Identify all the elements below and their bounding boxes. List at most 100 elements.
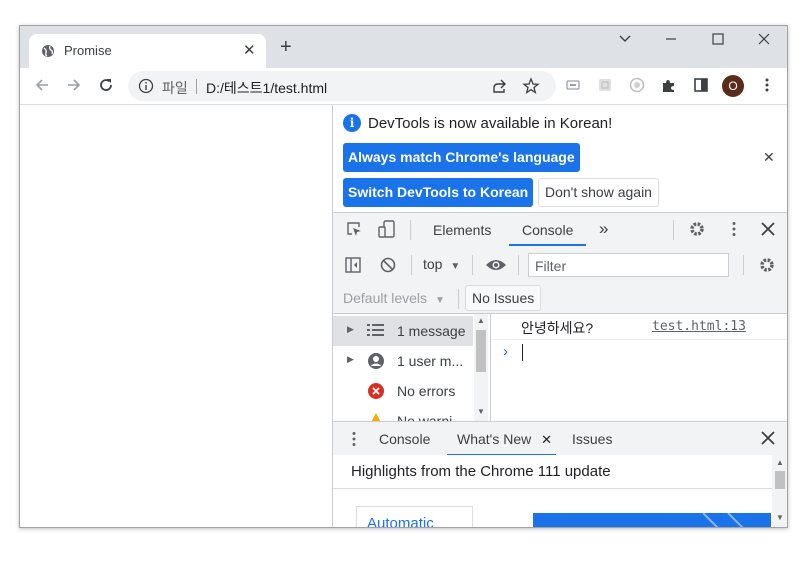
sidebar-item-errors[interactable]: No errors	[333, 376, 473, 406]
close-drawer-icon[interactable]	[759, 429, 777, 452]
expand-arrow-icon[interactable]: ▶	[347, 324, 354, 335]
tab-close-icon[interactable]: ✕	[541, 432, 552, 447]
issues-button[interactable]: No Issues	[465, 285, 542, 311]
sidebar-scrollbar[interactable]: ▲ ▼	[474, 314, 488, 421]
clear-console-icon[interactable]	[379, 256, 397, 279]
extensions-puzzle-icon[interactable]	[660, 76, 678, 98]
settings-gear-icon[interactable]	[688, 220, 706, 243]
scroll-thumb[interactable]	[476, 330, 486, 372]
tab-console[interactable]: Console	[509, 222, 587, 246]
close-devtools-icon[interactable]	[759, 220, 777, 243]
feature-image	[533, 512, 771, 527]
feature-card-link[interactable]: Automatic	[367, 515, 434, 527]
page-viewport	[20, 105, 332, 527]
inspect-element-icon[interactable]	[345, 220, 363, 243]
console-output: 안녕하세요? test.html:13 ›	[491, 314, 787, 421]
drawer-tab-bar: Console What's New ✕ Issues	[333, 421, 787, 456]
toolbar-divider	[411, 255, 412, 275]
drawer-tab-label: What's New	[457, 431, 532, 447]
tab-elements[interactable]: Elements	[433, 222, 491, 238]
scroll-down-icon[interactable]: ▼	[477, 407, 485, 416]
new-tab-button[interactable]: +	[280, 37, 292, 57]
tab-divider	[673, 220, 674, 240]
minimize-icon[interactable]	[664, 32, 678, 49]
console-message: 안녕하세요? test.html:13	[491, 314, 787, 340]
omnibox-divider	[196, 79, 197, 94]
toolbar-divider	[518, 255, 519, 275]
browser-tab[interactable]: Promise ✕	[29, 34, 266, 68]
side-panel-icon[interactable]	[692, 76, 710, 98]
forward-icon[interactable]	[65, 76, 83, 98]
tab-search-icon[interactable]	[618, 32, 632, 49]
device-toggle-icon[interactable]	[377, 219, 397, 244]
list-icon	[367, 322, 385, 341]
sidebar-item-warnings[interactable]: No warni...	[333, 406, 473, 421]
scheme-label: 파일	[162, 80, 188, 96]
sidebar-toggle-icon[interactable]	[344, 256, 362, 279]
divider	[333, 488, 773, 489]
extension-media-icon[interactable]	[564, 76, 582, 98]
drawer-tab-issues[interactable]: Issues	[572, 431, 612, 447]
context-selector[interactable]: top ▼	[423, 256, 460, 272]
log-levels-label: Default levels	[343, 290, 428, 306]
extension-grid-icon[interactable]	[596, 76, 614, 98]
tab-strip: Promise ✕ +	[20, 26, 787, 68]
scroll-thumb[interactable]	[775, 471, 785, 489]
highlights-heading: Highlights from the Chrome 111 update	[351, 463, 611, 480]
menu-kebab-icon[interactable]	[758, 76, 776, 98]
drawer-menu-icon[interactable]	[345, 430, 363, 453]
dont-show-button[interactable]: Don't show again	[538, 178, 659, 207]
console-settings-gear-icon[interactable]	[758, 256, 776, 279]
expand-arrow-icon[interactable]: ▶	[347, 354, 354, 365]
log-levels-dropdown[interactable]: Default levels ▼	[343, 290, 445, 306]
bookmark-star-icon[interactable]	[522, 77, 540, 99]
scroll-up-icon[interactable]: ▲	[477, 316, 485, 325]
log-text: 안녕하세요?	[521, 320, 594, 336]
profile-avatar[interactable]: O	[722, 75, 744, 97]
site-info-icon[interactable]	[138, 78, 154, 99]
console-sidebar: ▶ 1 message ▶ 1 user m... No errors No w…	[333, 314, 491, 421]
info-icon: i	[343, 114, 361, 132]
log-source-link[interactable]: test.html:13	[652, 319, 746, 334]
back-icon[interactable]	[33, 76, 51, 98]
sidebar-item-label: No errors	[397, 383, 456, 399]
extension-circle-icon[interactable]	[628, 76, 646, 98]
url-text[interactable]: D:/테스트1/test.html	[206, 78, 327, 98]
reload-icon[interactable]	[97, 76, 115, 98]
sidebar-item-user-messages[interactable]: ▶ 1 user m...	[333, 346, 473, 376]
dropdown-arrow-icon: ▼	[450, 261, 461, 272]
devtools-menu-icon[interactable]	[725, 220, 743, 243]
scroll-up-icon[interactable]: ▲	[776, 458, 784, 467]
match-language-button[interactable]: Always match Chrome's language	[343, 143, 580, 172]
sidebar-item-label: No warni...	[397, 413, 464, 421]
drawer-tab-console[interactable]: Console	[379, 431, 430, 447]
tab-divider	[410, 220, 411, 240]
filter-input[interactable]: Filter	[528, 253, 729, 277]
console-input-caret[interactable]	[522, 344, 523, 361]
sidebar-item-label: 1 user m...	[397, 353, 464, 369]
switch-korean-button[interactable]: Switch DevTools to Korean	[343, 178, 534, 207]
sidebar-item-label: 1 message	[397, 323, 466, 339]
infobar-close-icon[interactable]: ✕	[763, 149, 775, 166]
address-bar[interactable]: 파일 D:/테스트1/test.html	[128, 71, 556, 101]
browser-window: Promise ✕ + 파일 D:/테스트1/test.html O i Dev…	[19, 25, 788, 528]
maximize-icon[interactable]	[711, 32, 725, 49]
warning-icon	[367, 412, 385, 421]
user-icon	[367, 352, 385, 373]
tab-close-icon[interactable]: ✕	[243, 41, 256, 59]
devtools-panel: i DevTools is now available in Korean! A…	[332, 105, 787, 527]
more-tabs-icon[interactable]: »	[599, 219, 608, 239]
live-expression-eye-icon[interactable]	[485, 257, 507, 278]
language-infobar: i DevTools is now available in Korean! A…	[333, 105, 787, 212]
whats-new-panel: Highlights from the Chrome 111 update Au…	[333, 455, 787, 527]
share-icon[interactable]	[490, 77, 508, 99]
feature-card[interactable]: Automatic	[356, 506, 473, 527]
sidebar-item-messages[interactable]: ▶ 1 message	[333, 316, 473, 346]
drawer-tab-whats-new[interactable]: What's New ✕	[447, 431, 557, 456]
drawer-scrollbar[interactable]: ▲ ▼	[772, 455, 787, 527]
context-label: top	[423, 256, 443, 272]
console-toolbar: top ▼ Filter Default levels ▼ No Issues	[333, 247, 787, 314]
close-window-icon[interactable]	[757, 32, 771, 49]
scroll-down-icon[interactable]: ▼	[776, 513, 784, 522]
toolbar-divider	[743, 255, 744, 275]
